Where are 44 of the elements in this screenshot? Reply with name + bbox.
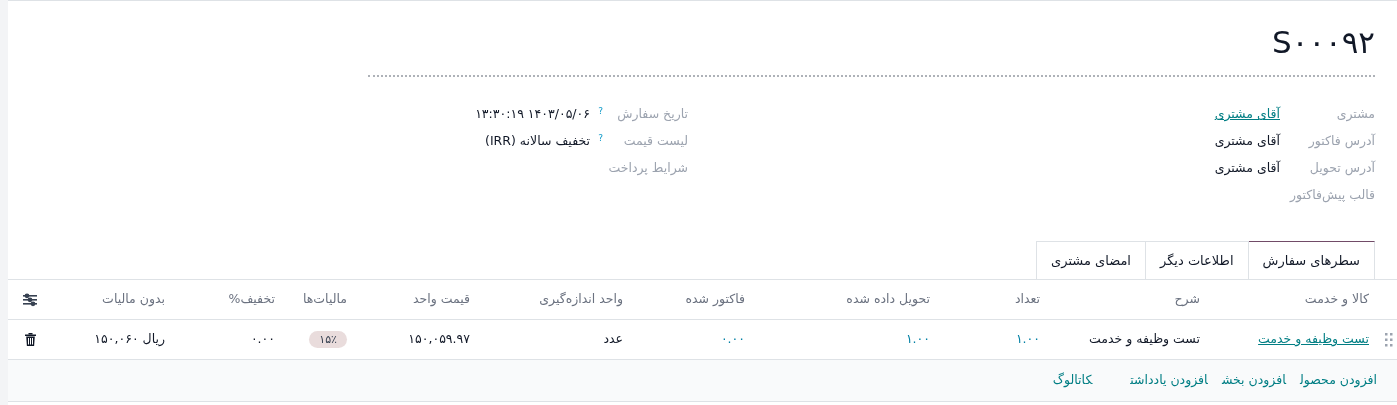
table-cell: ۰.۰۰ [250,331,275,347]
table-cell: ۱.۰۰ [905,331,930,347]
table-cell: ریال ۱۵۰,۰۶۰ [94,331,165,347]
column-header[interactable]: کالا و خدمت [1304,291,1369,307]
column-header[interactable]: تخفیف% [228,291,275,307]
field-value: تخفیف سالانه (IRR) [485,132,590,151]
settings-icon[interactable] [22,292,38,307]
column-header[interactable]: واحد اندازه‌گیری [539,291,623,307]
trash-icon[interactable] [25,333,36,347]
field-value: آقای مشتری [1214,132,1280,151]
column-header[interactable]: بدون مالیات [102,291,165,307]
drag-handle-icon[interactable] [1385,332,1393,347]
field-label: مشتری [1336,106,1375,122]
field-label: شرایط پرداخت [608,160,688,176]
help-icon[interactable]: ? [598,133,603,143]
catalog-link[interactable]: کاتالوگ [1052,372,1093,388]
field-label: آدرس فاکتور [1308,133,1375,149]
table-cell: ۱۵۰,۰۵۹.۹۷ [408,331,470,347]
tax-tag: ۱۵٪ [309,331,347,349]
field-label: آدرس تحویل [1309,160,1375,176]
table-cell: ۱.۰۰ [1015,331,1040,347]
product-link[interactable]: تست وظیفه و خدمت [1258,331,1369,347]
order-number: S۰۰۰۹۲ [1271,23,1375,62]
table-cell: تست وظیفه و خدمت [1089,331,1200,347]
table-cell: عدد [603,331,623,347]
add-line-link[interactable]: افزودن محصول [1300,372,1377,388]
help-icon[interactable]: ? [598,106,603,116]
column-header[interactable]: قیمت واحد [412,291,470,307]
field-label: قالب پیش‌فاکتور [1289,187,1375,203]
column-header[interactable]: شرح [1174,291,1200,307]
customer-link[interactable]: آقای مشتری [1214,105,1280,124]
column-header[interactable]: فاکتور شده [685,291,745,307]
column-header[interactable]: تحویل داده شده [846,291,930,307]
column-header[interactable]: مالیات‌ها [302,291,347,307]
field-label: تاریخ سفارش [617,106,688,122]
table-cell: ۰.۰۰ [720,331,745,347]
tab[interactable]: امضای مشتری [1036,241,1146,279]
field-value: آقای مشتری [1214,159,1280,178]
tab[interactable]: سطرهای سفارش [1247,241,1375,279]
field-label: لیست قیمت [623,133,688,149]
field-value: ۱۴۰۳/۰۵/۰۶ ۱۳:۳۰:۱۹ [475,105,590,124]
add-line-link[interactable]: افزودن بخش [1221,372,1286,388]
column-header[interactable]: تعداد [1014,291,1040,307]
add-line-link[interactable]: افزودن یادداشت [1130,372,1208,388]
